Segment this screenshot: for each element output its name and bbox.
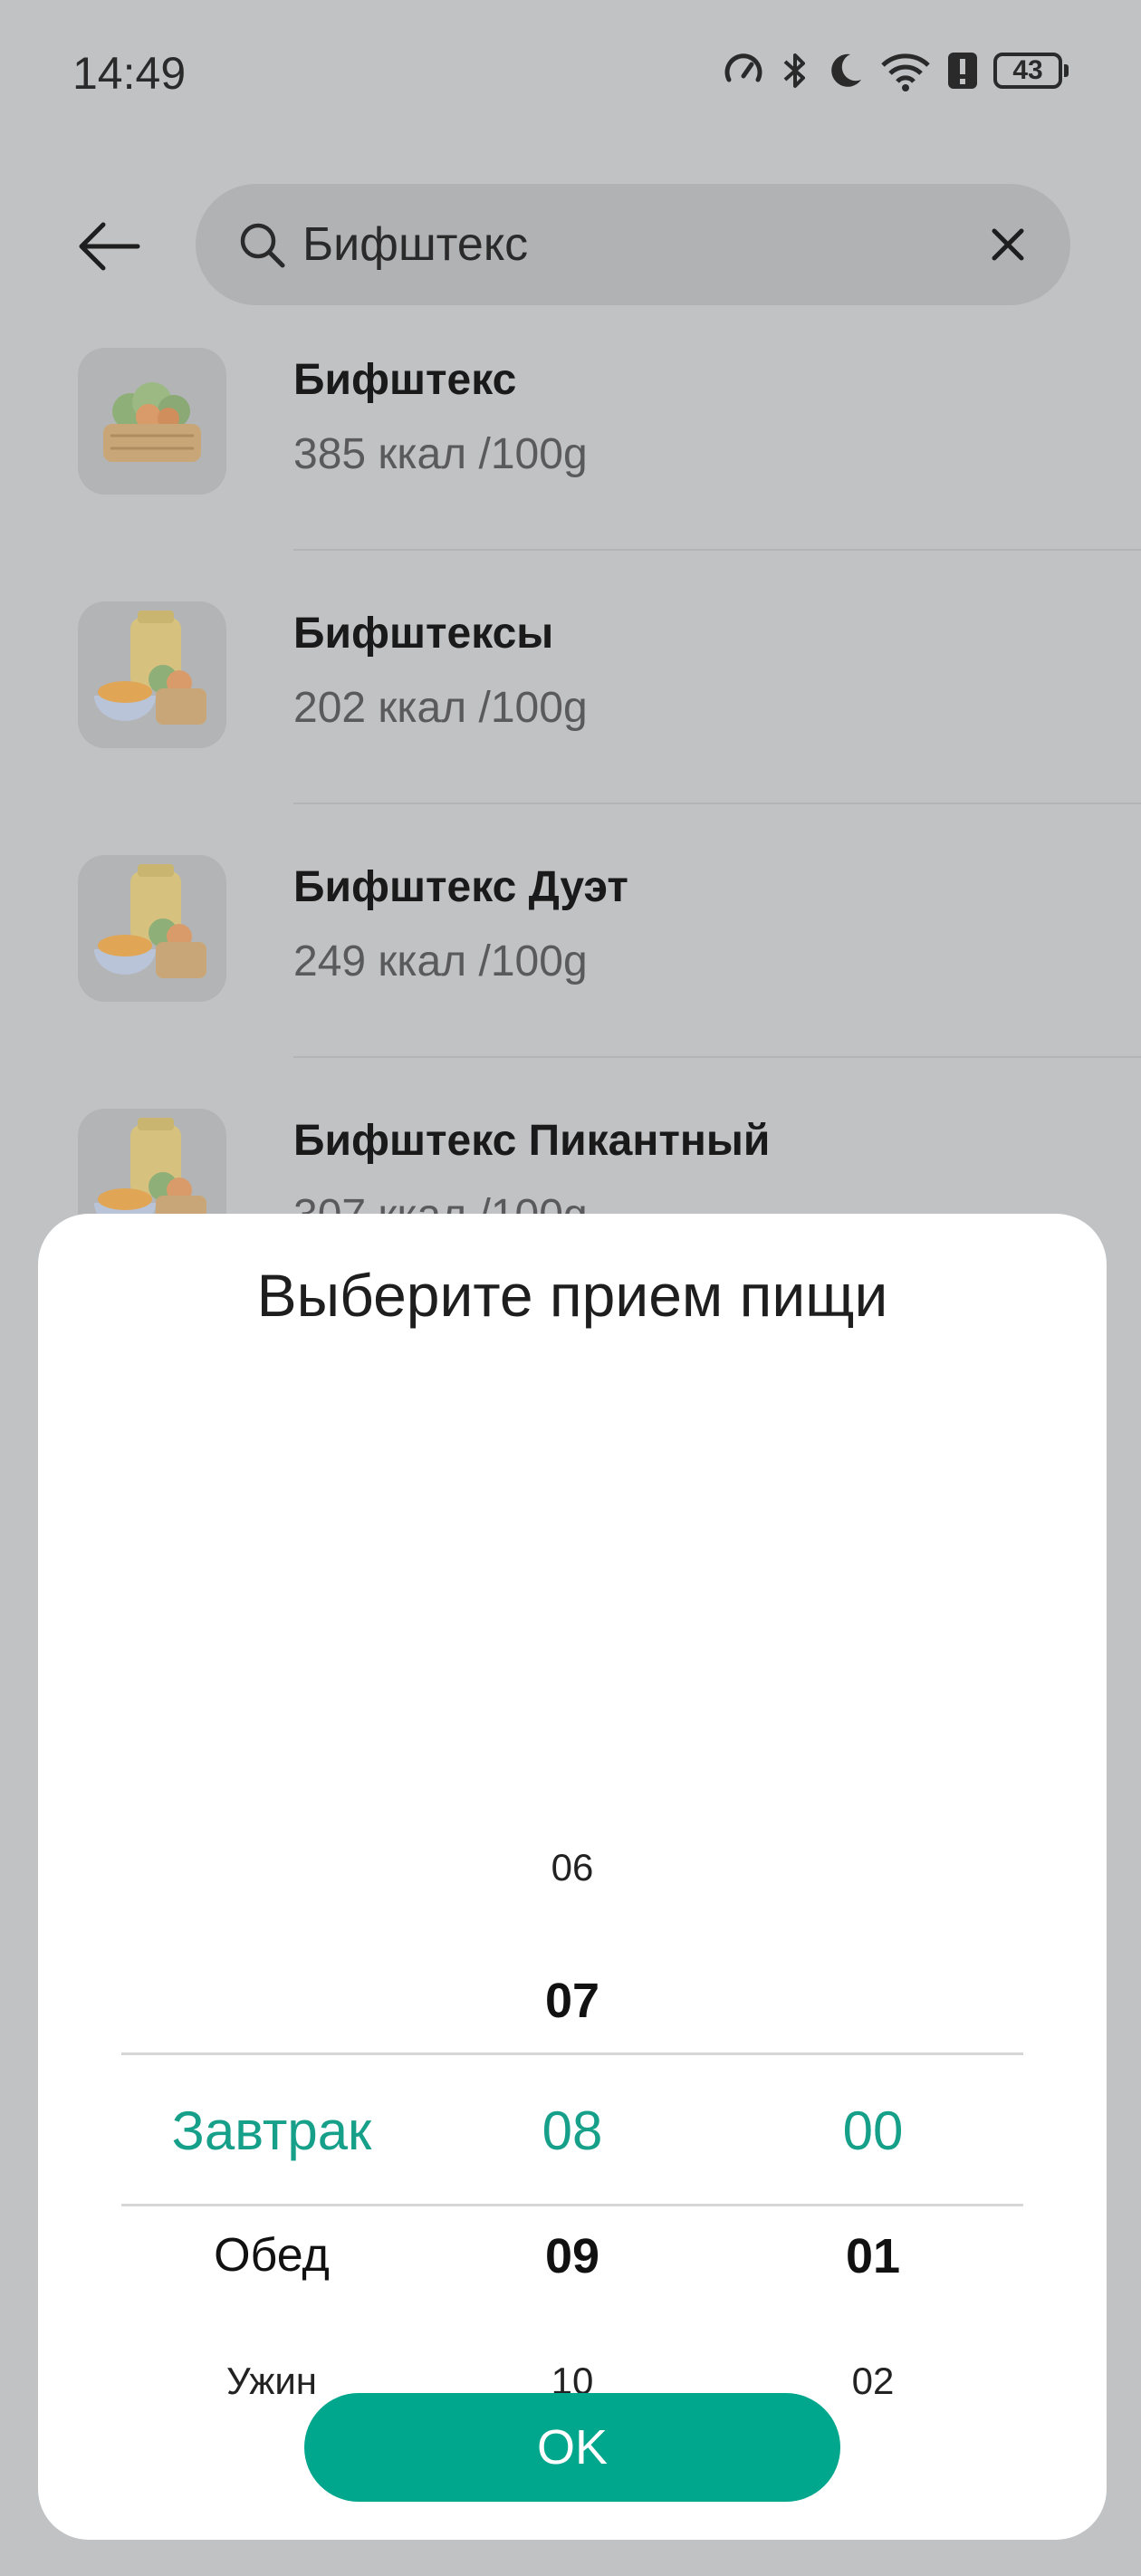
- divider: [293, 1056, 1141, 1058]
- clear-search-button[interactable]: [985, 222, 1031, 267]
- hour-option-selected[interactable]: 08: [422, 2100, 723, 2162]
- result-name: Бифштекс Пикантный: [293, 1117, 771, 1165]
- result-name: Бифштексы: [293, 610, 554, 658]
- wifi-icon: [879, 49, 932, 92]
- result-calories: 385 ккал /100g: [293, 430, 588, 478]
- hour-option[interactable]: 09: [422, 2228, 723, 2284]
- list-item[interactable]: Бифштекс 385 ккал /100g: [0, 342, 1141, 596]
- status-time: 14:49: [72, 48, 187, 99]
- bluetooth-icon: [780, 49, 810, 92]
- minute-wheel[interactable]: 00 01 02: [723, 1495, 1023, 2402]
- search-bar[interactable]: Бифштекс: [196, 184, 1070, 305]
- speed-gauge-icon: [722, 49, 765, 92]
- divider: [293, 803, 1141, 804]
- list-item[interactable]: Бифштекс Дуэт 249 ккал /100g: [0, 850, 1141, 1103]
- meal-option[interactable]: Обед: [121, 2228, 422, 2283]
- status-icons: 43: [722, 45, 1069, 96]
- search-icon: [237, 220, 288, 275]
- search-input[interactable]: Бифштекс: [302, 184, 528, 305]
- ok-button[interactable]: OK: [304, 2393, 840, 2502]
- salad-basket-icon: [78, 348, 226, 495]
- result-calories: 249 ккал /100g: [293, 937, 588, 985]
- back-arrow-icon: [79, 222, 140, 271]
- close-icon: [992, 228, 1024, 261]
- moon-icon: [825, 49, 865, 92]
- list-item[interactable]: Бифштексы 202 ккал /100g: [0, 596, 1141, 850]
- result-name: Бифштекс Дуэт: [293, 863, 628, 911]
- selection-line-bottom: [121, 2204, 1023, 2206]
- hour-option[interactable]: 07: [422, 1973, 723, 2029]
- meal-time-picker: Завтрак Обед Ужин 06 07 08 09 10 00 01 0…: [121, 1495, 1023, 2402]
- alert-icon: [946, 51, 979, 91]
- meal-set-icon: [78, 855, 226, 1002]
- status-bar: 14:49 43: [0, 0, 1141, 145]
- battery-icon: 43: [993, 53, 1069, 89]
- result-name: Бифштекс: [293, 356, 517, 404]
- meal-wheel[interactable]: Завтрак Обед Ужин: [121, 1495, 422, 2402]
- meal-set-icon: [78, 601, 226, 748]
- minute-option-selected[interactable]: 00: [723, 2100, 1023, 2162]
- battery-level: 43: [1012, 55, 1043, 85]
- hour-wheel[interactable]: 06 07 08 09 10: [422, 1495, 723, 2402]
- result-calories: 202 ккал /100g: [293, 684, 588, 732]
- minute-option[interactable]: 01: [723, 2228, 1023, 2284]
- meal-picker-dialog: Выберите прием пищи Завтрак Обед Ужин 06…: [38, 1214, 1107, 2540]
- dialog-title: Выберите прием пищи: [256, 1262, 888, 1329]
- hour-option[interactable]: 06: [422, 1846, 723, 1889]
- back-button[interactable]: [71, 208, 147, 284]
- meal-option-selected[interactable]: Завтрак: [121, 2100, 422, 2162]
- divider: [293, 549, 1141, 551]
